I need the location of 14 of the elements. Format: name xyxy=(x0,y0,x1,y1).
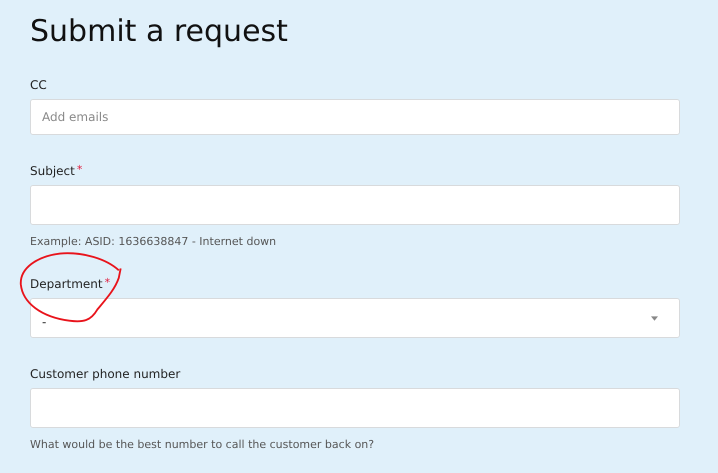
required-asterisk: * xyxy=(104,277,110,289)
department-dropdown[interactable]: - xyxy=(30,298,680,338)
input-field[interactable] xyxy=(30,388,680,428)
field-label: Department xyxy=(30,277,103,291)
input-field[interactable]: Add emails xyxy=(30,99,680,135)
field-label: Customer phone number xyxy=(30,367,180,381)
field-hint: What would be the best number to call the customer back on? xyxy=(30,438,376,451)
caret-icon xyxy=(651,316,658,320)
page-title: Submit a request xyxy=(30,13,289,51)
required-asterisk: * xyxy=(76,164,82,176)
field-label: CC xyxy=(30,78,47,92)
field-label: Subject xyxy=(30,164,75,178)
input-field[interactable] xyxy=(30,185,680,225)
field-hint: Example: ASID: 1636638847 - Internet down xyxy=(30,235,278,248)
